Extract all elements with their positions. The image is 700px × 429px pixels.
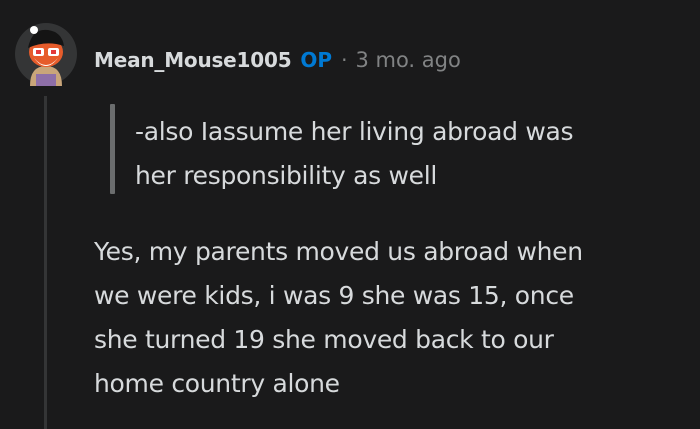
blockquote-bar (110, 104, 115, 194)
snoo-avatar-icon[interactable] (14, 22, 78, 86)
comment-header: Mean_Mouse1005 OP · 3 mo. ago (94, 43, 461, 77)
username-link[interactable]: Mean_Mouse1005 (94, 48, 292, 72)
body-line: she turned 19 she moved back to our (94, 325, 554, 354)
thread-collapse-line[interactable] (44, 96, 47, 429)
quote-line: her responsibility as well (135, 161, 438, 190)
blockquote-text: -also Iassume her living abroad was her … (135, 110, 695, 198)
comment-body: Yes, my parents moved us abroad when we … (94, 230, 694, 406)
comment: Mean_Mouse1005 OP · 3 mo. ago -also Iass… (0, 0, 700, 429)
body-line: Yes, my parents moved us abroad when (94, 237, 583, 266)
body-line: home country alone (94, 369, 340, 398)
meta-separator: · (341, 48, 348, 72)
quote-line: -also Iassume her living abroad was (135, 117, 574, 146)
comment-timestamp[interactable]: 3 mo. ago (355, 48, 460, 72)
op-badge: OP (300, 48, 333, 72)
body-line: we were kids, i was 9 she was 15, once (94, 281, 574, 310)
